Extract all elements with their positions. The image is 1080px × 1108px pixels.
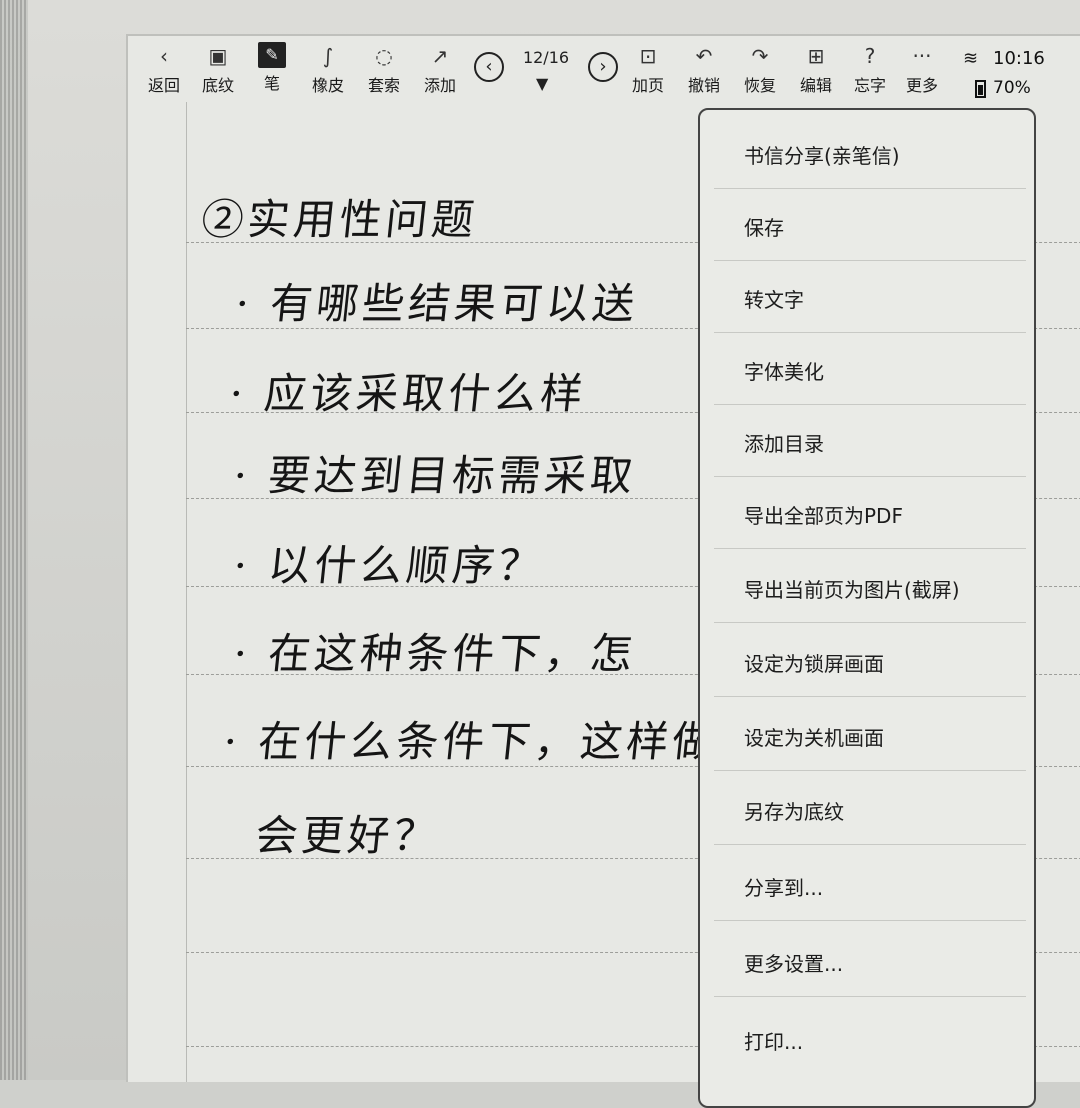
add-label: 添加 (423, 76, 456, 95)
menu-item-label: 另存为底纹 (744, 800, 844, 824)
handwritten-line: · 要达到目标需采取 (231, 451, 639, 500)
page-counter[interactable]: 12/16 (518, 48, 574, 67)
menu-item-more-settings[interactable]: 更多设置... (714, 924, 1026, 997)
undo-label: 撤销 (687, 76, 720, 95)
more-menu: 书信分享(亲笔信) 保存 转文字 字体美化 添加目录 导出全部页为PDF 导出当… (698, 108, 1036, 1108)
handwritten-line: · 在这种条件下，怎 (231, 629, 639, 678)
template-icon: ▣ (208, 44, 228, 68)
next-page-button[interactable]: › (588, 52, 618, 82)
menu-item-label: 书信分享(亲笔信) (744, 144, 900, 168)
menu-item-font-beautify[interactable]: 字体美化 (714, 332, 1026, 405)
menu-item-label: 打印... (744, 1030, 804, 1054)
menu-item-label: 保存 (744, 216, 784, 240)
menu-item-set-shutdown[interactable]: 设定为关机画面 (714, 698, 1026, 771)
edit-button[interactable]: ⊞ 编辑 (788, 42, 844, 100)
template-button[interactable]: ▣ 底纹 (190, 42, 246, 100)
add-button[interactable]: ↗ 添加 (412, 42, 468, 100)
forgot-char-label: 忘字 (853, 76, 886, 95)
chevron-right-icon: › (599, 56, 607, 77)
wifi-icon: ≋ (963, 48, 979, 69)
menu-item-share-to[interactable]: 分享到... (714, 848, 1026, 921)
battery-level: 70% (993, 78, 1031, 98)
handwritten-line: · 在什么条件下，这样做 (221, 717, 700, 766)
menu-item-label: 导出当前页为图片(截屏) (744, 578, 960, 602)
menu-item-label: 字体美化 (744, 360, 824, 384)
menu-item-label: 添加目录 (744, 432, 824, 456)
back-button[interactable]: ‹ 返回 (136, 42, 192, 100)
add-page-icon: ⊡ (639, 44, 657, 68)
lasso-icon: ◌ (375, 44, 393, 68)
eraser-label: 橡皮 (311, 76, 344, 95)
device-edge (0, 0, 28, 1080)
menu-item-print[interactable]: 打印... (714, 1002, 1026, 1074)
eraser-icon: ∫ (322, 44, 334, 68)
toolbar: ‹ 返回 ▣ 底纹 ✎ 笔 ∫ 橡皮 ◌ 套索 ↗ 添加 ‹ 12/16 ▼ › (128, 36, 1080, 102)
more-dots-icon: ··· (912, 44, 932, 68)
handwritten-line: ②实用性问题 (199, 195, 481, 244)
caret-down-icon[interactable]: ▼ (536, 74, 548, 93)
lasso-label: 套索 (367, 76, 400, 95)
back-label: 返回 (147, 76, 180, 95)
add-page-button[interactable]: ⊡ 加页 (620, 42, 676, 100)
edit-label: 编辑 (799, 76, 832, 95)
menu-item-letter-share[interactable]: 书信分享(亲笔信) (714, 116, 1026, 189)
handwritten-line: · 应该采取什么样 (227, 369, 589, 418)
question-icon: ? (864, 44, 876, 68)
handwriting-area: ②实用性问题 · 有哪些结果可以送 · 应该采取什么样 · 要达到目标需采取 ·… (128, 102, 700, 1082)
undo-icon: ↶ (695, 44, 713, 68)
menu-item-label: 设定为锁屏画面 (744, 652, 884, 676)
handwritten-line: · 以什么顺序？ (231, 541, 547, 590)
menu-item-to-text[interactable]: 转文字 (714, 260, 1026, 333)
redo-button[interactable]: ↷ 恢复 (732, 42, 788, 100)
prev-page-button[interactable]: ‹ (474, 52, 504, 82)
add-page-label: 加页 (631, 76, 664, 95)
battery-icon (975, 80, 986, 98)
menu-item-label: 设定为关机画面 (744, 726, 884, 750)
menu-item-export-image[interactable]: 导出当前页为图片(截屏) (714, 550, 1026, 623)
more-label: 更多 (905, 76, 938, 95)
handwritten-line: 会更好？ (253, 811, 443, 860)
menu-item-add-toc[interactable]: 添加目录 (714, 404, 1026, 477)
redo-label: 恢复 (743, 76, 776, 95)
template-label: 底纹 (201, 76, 234, 95)
menu-item-export-pdf[interactable]: 导出全部页为PDF (714, 476, 1026, 549)
menu-item-label: 转文字 (744, 288, 804, 312)
chevron-left-icon: ‹ (160, 44, 168, 68)
redo-icon: ↷ (751, 44, 769, 68)
grid-icon: ⊞ (807, 44, 825, 68)
lasso-button[interactable]: ◌ 套索 (356, 42, 412, 100)
more-button[interactable]: ··· 更多 (894, 42, 950, 100)
menu-item-save-template[interactable]: 另存为底纹 (714, 772, 1026, 845)
pen-icon: ✎ (258, 42, 286, 68)
forgot-char-button[interactable]: ? 忘字 (842, 42, 898, 100)
pen-label: 笔 (263, 74, 280, 93)
eraser-button[interactable]: ∫ 橡皮 (300, 42, 356, 100)
add-arrow-icon: ↗ (431, 44, 449, 68)
menu-item-set-lockscreen[interactable]: 设定为锁屏画面 (714, 624, 1026, 697)
menu-item-label: 导出全部页为PDF (744, 504, 903, 528)
menu-item-label: 分享到... (744, 876, 824, 900)
clock: 10:16 (993, 48, 1045, 69)
menu-item-save[interactable]: 保存 (714, 188, 1026, 261)
menu-item-label: 更多设置... (744, 952, 844, 976)
undo-button[interactable]: ↶ 撤销 (676, 42, 732, 100)
pen-button[interactable]: ✎ 笔 (244, 42, 300, 100)
chevron-left-icon: ‹ (485, 56, 493, 77)
handwritten-line: · 有哪些结果可以送 (233, 279, 641, 328)
device-screen: ‹ 返回 ▣ 底纹 ✎ 笔 ∫ 橡皮 ◌ 套索 ↗ 添加 ‹ 12/16 ▼ › (126, 34, 1080, 1108)
